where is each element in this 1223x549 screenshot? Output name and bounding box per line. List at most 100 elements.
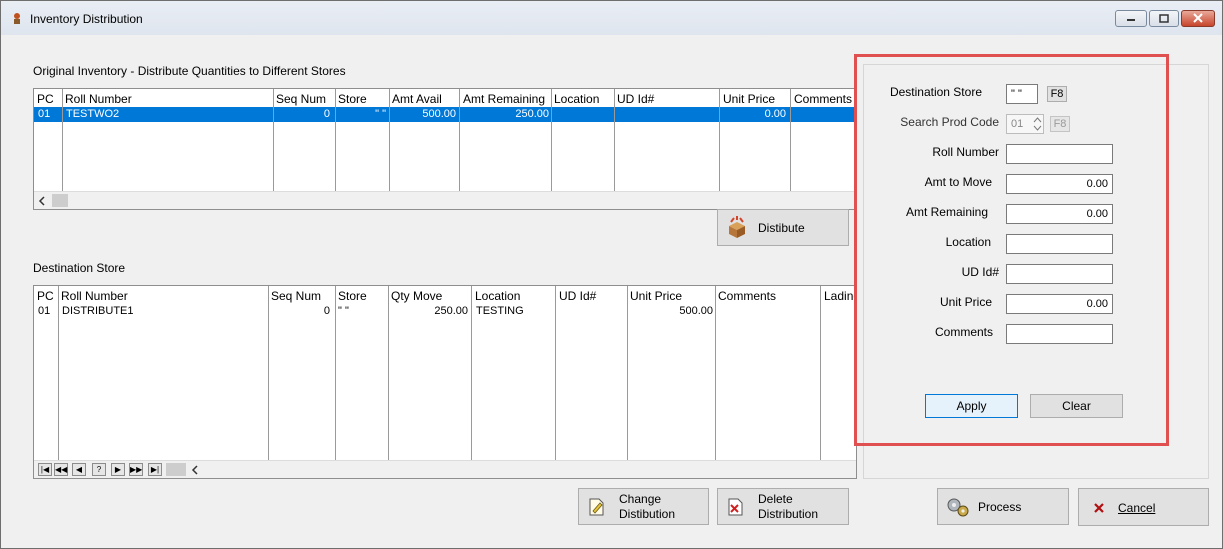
navigator-bar: |◀ ◀◀ ◀ ? ▶ ▶▶ ▶| (34, 460, 856, 478)
col-header-unit-price[interactable]: Unit Price (723, 92, 775, 106)
destination-grid[interactable]: PC Roll Number Seq Num Store Qty Move Lo… (33, 285, 857, 479)
unit-price-label: Unit Price (939, 295, 992, 309)
cell-pc: 01 (38, 108, 51, 120)
title-bar: Inventory Distribution (1, 1, 1222, 35)
col-header-location[interactable]: Location (475, 289, 520, 303)
comments-label: Comments (934, 325, 993, 339)
cell-store: " " (375, 108, 386, 120)
col-header-ud-id[interactable]: UD Id# (559, 289, 596, 303)
client-area: Original Inventory - Distribute Quantiti… (8, 35, 1216, 540)
box-icon (729, 216, 745, 238)
distribute-button[interactable]: Distibute (717, 209, 849, 246)
col-header-comments[interactable]: Comments (794, 92, 852, 106)
cancel-label: Cancel (1118, 501, 1156, 515)
change-distribution-button[interactable]: Change Distibution (578, 488, 709, 525)
apply-button[interactable]: Apply (925, 394, 1018, 418)
col-header-amt-remaining[interactable]: Amt Remaining (463, 92, 545, 106)
col-header-location[interactable]: Location (554, 92, 599, 106)
col-header-pc[interactable]: PC (37, 289, 54, 303)
search-record-button[interactable]: ? (92, 463, 106, 476)
search-prod-code-input[interactable]: 01 (1006, 114, 1044, 134)
ud-id-label: UD Id# (961, 265, 999, 279)
destination-store-field-label: Destination Store (889, 85, 982, 99)
inventory-distribution-window: Inventory Distribution Original Inventor… (0, 0, 1223, 549)
close-window-button[interactable] (1181, 10, 1215, 27)
edit-document-icon (589, 498, 604, 516)
col-header-amt-avail[interactable]: Amt Avail (392, 92, 442, 106)
gears-icon (947, 498, 969, 517)
roll-number-label: Roll Number (932, 145, 999, 159)
scrollbar-thumb[interactable] (52, 194, 68, 207)
prior-record-button[interactable]: ◀ (72, 463, 86, 476)
process-button[interactable]: Process (937, 488, 1069, 525)
destination-store-lookup-button[interactable]: F8 (1047, 86, 1067, 102)
col-header-ud-id[interactable]: UD Id# (617, 92, 654, 106)
destination-store-input[interactable]: " " (1006, 84, 1038, 104)
col-header-unit-price[interactable]: Unit Price (630, 289, 682, 303)
delete-label-line2: Distribution (758, 507, 819, 521)
cell-amt-avail: 500.00 (422, 108, 456, 120)
amt-to-move-input[interactable]: 0.00 (1006, 174, 1113, 194)
col-header-seq-num[interactable]: Seq Num (271, 289, 321, 303)
destination-store-label: Destination Store (33, 261, 126, 275)
search-prod-code-value: 01 (1011, 118, 1024, 130)
col-header-comments[interactable]: Comments (718, 289, 776, 303)
amt-remaining-input[interactable]: 0.00 (1006, 204, 1113, 224)
first-record-button[interactable]: |◀ (38, 463, 52, 476)
scrollbar-track[interactable] (166, 463, 186, 476)
table-row[interactable]: 01 DISTRIBUTE1 0 " " 250.00 TESTING 500.… (34, 304, 856, 319)
col-header-roll-number[interactable]: Roll Number (65, 92, 132, 106)
scroll-left-icon[interactable] (190, 465, 200, 475)
delete-distribution-button[interactable]: Delete Distribution (717, 488, 849, 525)
restore-button[interactable] (1149, 10, 1179, 27)
table-row[interactable]: 01 TESTWO2 0 " " 500.00 250.00 0.00 (34, 107, 856, 122)
minimize-button[interactable] (1115, 10, 1147, 27)
comments-input[interactable] (1006, 324, 1113, 344)
next-record-button[interactable]: ▶ (111, 463, 125, 476)
col-header-roll-number[interactable]: Roll Number (61, 289, 128, 303)
spin-icon[interactable] (1033, 116, 1042, 132)
close-icon (1094, 503, 1104, 513)
cell-qty-move: 250.00 (434, 305, 468, 317)
location-input[interactable] (1006, 234, 1113, 254)
distribution-form-panel: Destination Store " " F8 Search Prod Cod… (863, 64, 1209, 479)
unit-price-input[interactable]: 0.00 (1006, 294, 1113, 314)
delete-document-icon (728, 498, 743, 516)
location-label: Location (945, 235, 991, 249)
prior-page-button[interactable]: ◀◀ (54, 463, 68, 476)
cell-unit-price: 500.00 (679, 305, 713, 317)
amt-remaining-label: Amt Remaining (905, 205, 988, 219)
window-title: Inventory Distribution (30, 12, 143, 26)
app-icon (14, 13, 20, 24)
horizontal-scrollbar[interactable] (34, 191, 856, 209)
cell-roll-number: DISTRIBUTE1 (62, 305, 134, 317)
next-page-button[interactable]: ▶▶ (129, 463, 143, 476)
scroll-left-icon[interactable] (37, 196, 47, 206)
cell-location: TESTING (476, 305, 524, 317)
last-record-button[interactable]: ▶| (148, 463, 162, 476)
roll-number-input[interactable] (1006, 144, 1113, 164)
clear-button[interactable]: Clear (1030, 394, 1123, 418)
col-header-qty-move[interactable]: Qty Move (391, 289, 442, 303)
cell-amt-remaining: 250.00 (515, 108, 549, 120)
restore-icon (1159, 14, 1169, 23)
cell-pc: 01 (38, 305, 51, 317)
search-prod-code-lookup-button[interactable]: F8 (1050, 116, 1070, 132)
col-header-lading[interactable]: Lading (824, 289, 856, 303)
cell-unit-price: 0.00 (764, 108, 786, 120)
process-label: Process (978, 500, 1022, 514)
original-inventory-label: Original Inventory - Distribute Quantiti… (33, 64, 346, 78)
search-prod-code-label: Search Prod Code (900, 115, 999, 129)
delete-label-line1: Delete (758, 492, 793, 506)
ud-id-input[interactable] (1006, 264, 1113, 284)
col-header-seq-num[interactable]: Seq Num (276, 92, 326, 106)
col-header-store[interactable]: Store (338, 92, 367, 106)
cell-store: " " (338, 305, 349, 317)
cell-seq-num: 0 (323, 108, 330, 120)
col-header-store[interactable]: Store (338, 289, 367, 303)
col-header-pc[interactable]: PC (37, 92, 54, 106)
close-icon (1193, 13, 1203, 23)
cell-seq-num: 0 (323, 305, 330, 317)
original-inventory-grid[interactable]: PC Roll Number Seq Num Store Amt Avail A… (33, 88, 857, 210)
cancel-button[interactable]: Cancel (1078, 488, 1209, 526)
